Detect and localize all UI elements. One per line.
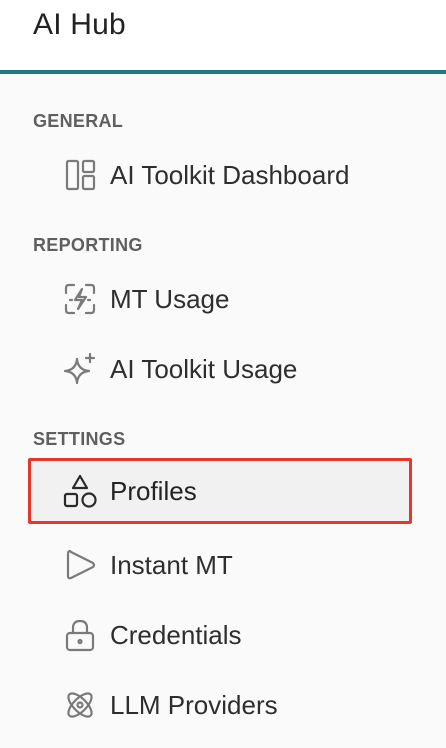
sidebar-item-llm-providers[interactable]: LLM Providers — [28, 676, 412, 734]
section-label-reporting: REPORTING — [33, 235, 143, 255]
sidebar-item-label: LLM Providers — [110, 690, 278, 720]
atom-icon — [62, 687, 98, 723]
ai-hub-panel: AI Hub GENERAL AI Toolkit Dashboard REPO… — [0, 0, 446, 748]
sidebar-nav: GENERAL AI Toolkit Dashboard REPORTING M… — [0, 74, 446, 748]
sparkle-icon — [62, 351, 98, 387]
sidebar-item-label: Profiles — [110, 476, 197, 506]
sidebar-item-ai-toolkit-dashboard[interactable]: AI Toolkit Dashboard — [28, 146, 412, 204]
section-label-settings: SETTINGS — [33, 429, 126, 449]
sidebar-item-instant-mt[interactable]: Instant MT — [28, 536, 412, 594]
play-icon — [62, 547, 98, 583]
sidebar-item-label: MT Usage — [110, 284, 230, 314]
section-label-general: GENERAL — [33, 111, 124, 131]
page-title: AI Hub — [33, 8, 126, 41]
shapes-icon — [62, 473, 98, 509]
sidebar-item-ai-toolkit-usage[interactable]: AI Toolkit Usage — [28, 340, 412, 398]
lock-icon — [62, 617, 98, 653]
sidebar-item-label: Instant MT — [110, 550, 233, 580]
lightning-usage-icon — [62, 281, 98, 317]
sidebar-item-label: AI Toolkit Usage — [110, 354, 298, 384]
sidebar-item-label: AI Toolkit Dashboard — [110, 160, 350, 190]
sidebar-item-mt-usage[interactable]: MT Usage — [28, 270, 412, 328]
sidebar-item-profiles[interactable]: Profiles — [28, 458, 412, 524]
header: AI Hub — [0, 0, 446, 70]
sidebar-item-credentials[interactable]: Credentials — [28, 606, 412, 664]
dashboard-layout-icon — [62, 157, 98, 193]
sidebar-item-label: Credentials — [110, 620, 242, 650]
